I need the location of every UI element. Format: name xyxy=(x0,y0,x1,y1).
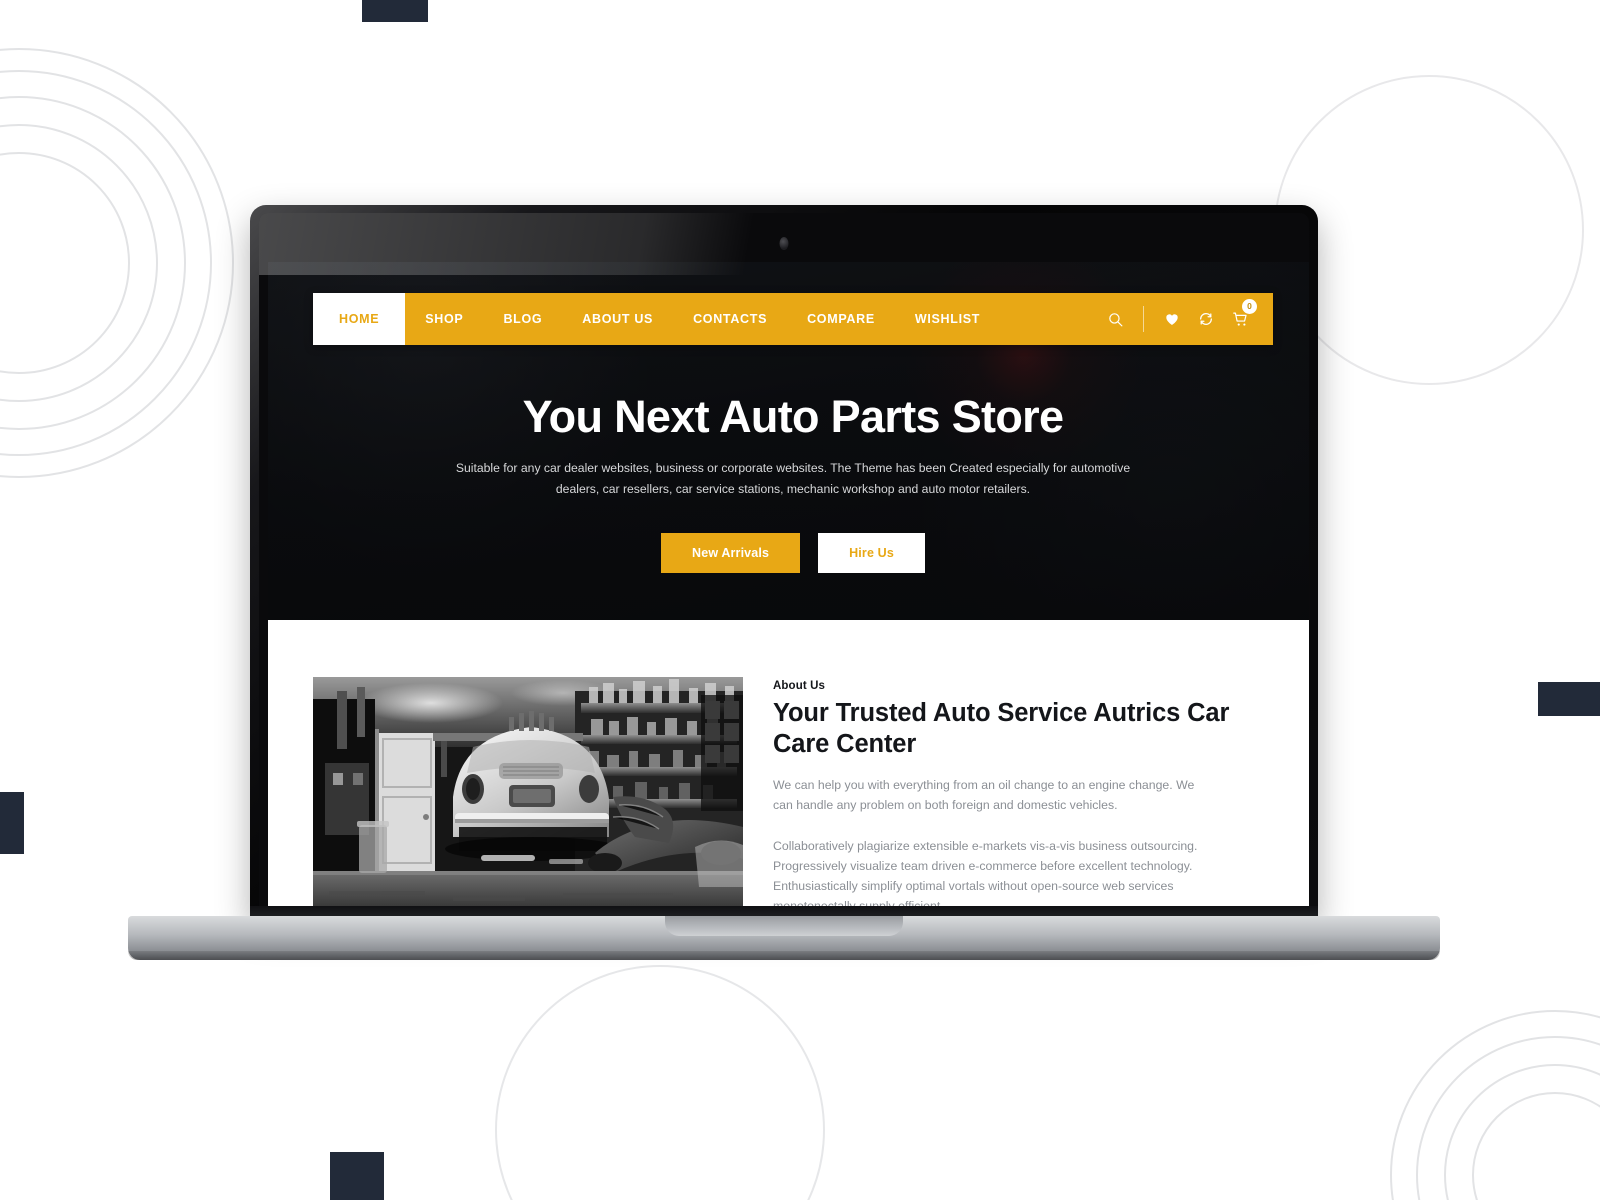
nav-label: WISHLIST xyxy=(914,312,981,326)
hire-us-button[interactable]: Hire Us xyxy=(818,532,925,573)
nav-links: HOME SHOP BLOG ABOUT US CONTACTS COMPARE… xyxy=(313,293,1000,345)
laptop-bezel: HOME SHOP BLOG ABOUT US CONTACTS COMPARE… xyxy=(259,213,1309,917)
ring xyxy=(1472,1092,1600,1200)
nav-action-icons: 0 xyxy=(1098,293,1273,345)
about-text-block: About Us Your Trusted Auto Service Autri… xyxy=(773,677,1273,917)
page-canvas: HOME SHOP BLOG ABOUT US CONTACTS COMPARE… xyxy=(0,0,1600,1200)
nav-label: CONTACTS xyxy=(693,312,768,326)
about-kicker: About Us xyxy=(773,680,826,692)
nav-label: SHOP xyxy=(425,312,464,326)
search-icon[interactable] xyxy=(1098,293,1132,345)
garage-mechanic-photo xyxy=(313,677,743,917)
about-section: About Us Your Trusted Auto Service Autri… xyxy=(268,620,1309,917)
nav-item-wishlist[interactable]: WISHLIST xyxy=(895,293,1000,345)
new-arrivals-button[interactable]: New Arrivals xyxy=(661,532,801,573)
laptop-mockup: HOME SHOP BLOG ABOUT US CONTACTS COMPARE… xyxy=(128,205,1440,960)
decorative-square-right xyxy=(1538,682,1600,716)
nav-label: BLOG xyxy=(503,312,543,326)
cart-count-badge: 0 xyxy=(1242,299,1257,314)
nav-label: HOME xyxy=(339,312,380,326)
shopping-cart-icon[interactable]: 0 xyxy=(1223,293,1257,345)
browser-viewport: HOME SHOP BLOG ABOUT US CONTACTS COMPARE… xyxy=(268,262,1309,917)
about-photo xyxy=(313,677,743,917)
nav-label: COMPARE xyxy=(807,312,875,326)
nav-item-compare[interactable]: COMPARE xyxy=(787,293,895,345)
nav-item-about-us[interactable]: ABOUT US xyxy=(562,293,673,345)
webcam-dot xyxy=(779,237,789,250)
ring xyxy=(1390,1010,1600,1200)
decorative-square-left xyxy=(0,792,24,854)
laptop-lid: HOME SHOP BLOG ABOUT US CONTACTS COMPARE… xyxy=(250,205,1318,917)
laptop-base-notch xyxy=(665,916,903,936)
ring xyxy=(1444,1064,1600,1200)
ring xyxy=(0,152,130,374)
nav-item-contacts[interactable]: CONTACTS xyxy=(673,293,787,345)
decorative-ring-bottom-center xyxy=(495,965,825,1200)
decorative-square-bottom xyxy=(330,1152,384,1200)
laptop-base xyxy=(128,916,1440,960)
hero-subtitle: Suitable for any car dealer websites, bu… xyxy=(455,460,1131,496)
nav-item-shop[interactable]: SHOP xyxy=(405,293,483,345)
heart-icon[interactable] xyxy=(1155,293,1189,345)
laptop-hinge xyxy=(250,906,1318,916)
nav-item-home[interactable]: HOME xyxy=(313,293,406,345)
nav-divider xyxy=(1143,306,1144,332)
hero-title: You Next Auto Parts Store xyxy=(522,391,1064,442)
about-heading: Your Trusted Auto Service Autrics Car Ca… xyxy=(773,699,1230,759)
refresh-compare-icon[interactable] xyxy=(1189,293,1223,345)
main-navigation-bar: HOME SHOP BLOG ABOUT US CONTACTS COMPARE… xyxy=(313,293,1273,345)
nav-label: ABOUT US xyxy=(582,312,654,326)
decorative-rings-bottom-right xyxy=(1390,1010,1600,1200)
ring xyxy=(1416,1036,1600,1200)
about-paragraph: We can help you with everything from an … xyxy=(773,778,1195,813)
hero-button-group: New Arrivals Hire Us xyxy=(268,532,1309,573)
about-inner: About Us Your Trusted Auto Service Autri… xyxy=(268,677,1309,917)
about-paragraph: Collaboratively plagiarize extensible e-… xyxy=(773,838,1198,913)
decorative-square-top xyxy=(362,0,428,22)
nav-item-blog[interactable]: BLOG xyxy=(483,293,562,345)
hero-section: HOME SHOP BLOG ABOUT US CONTACTS COMPARE… xyxy=(268,262,1309,620)
